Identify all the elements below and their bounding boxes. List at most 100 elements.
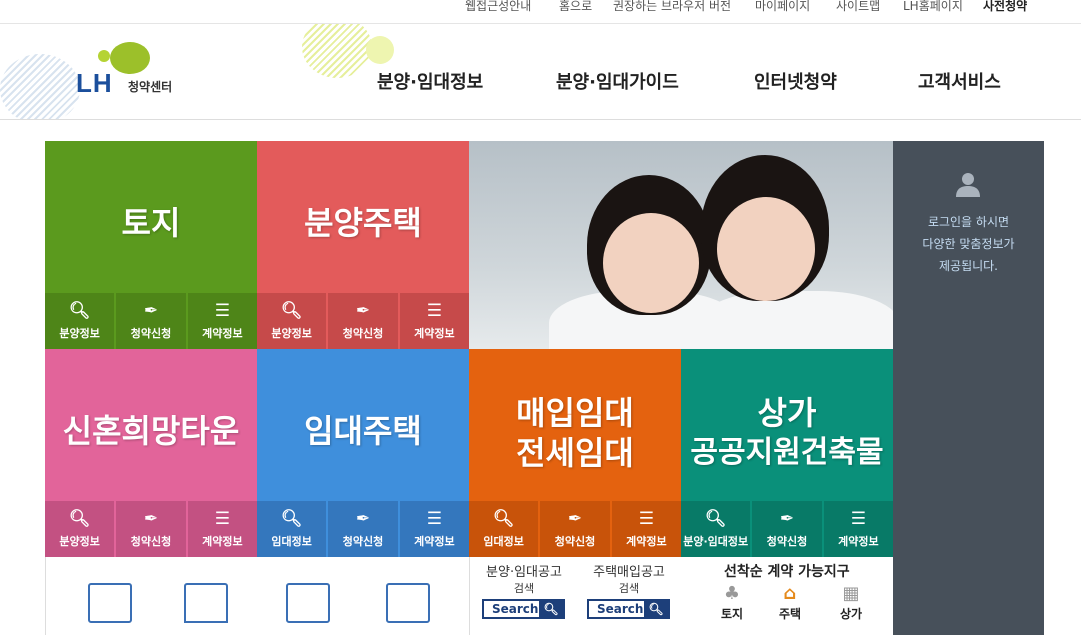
search-icon: 🔍︎ bbox=[68, 301, 91, 321]
commercial-info-button[interactable]: 🔍︎ 분양·임대정보 bbox=[681, 501, 751, 557]
decoration-lime bbox=[302, 24, 372, 78]
tile-sale-housing[interactable]: 분양주택 🔍︎ 분양정보 ✒ 청약신청 ☰ 계약정보 bbox=[257, 141, 469, 349]
button-label: 계약정보 bbox=[838, 535, 879, 548]
button-label: 분양정보 bbox=[59, 535, 100, 548]
first-come-land[interactable]: ♣ 토지 bbox=[712, 583, 752, 622]
utility-link-lh-home[interactable]: LH홈페이지 bbox=[903, 0, 963, 13]
tile-purchase-rental-buttons: 🔍︎ 임대정보 ✒ 청약신청 ☰ 계약정보 bbox=[469, 501, 681, 557]
login-message-line: 로그인을 하시면 bbox=[927, 215, 1010, 229]
button-label: 분양·임대정보 bbox=[683, 535, 749, 548]
purchase-notice-search-label: 주택매입공고 검색 bbox=[584, 565, 674, 597]
button-label: 임대정보 bbox=[483, 535, 524, 548]
checklist-icon: ☰ bbox=[426, 509, 442, 529]
logo-small-circle bbox=[98, 50, 110, 62]
checklist-icon: ☰ bbox=[426, 301, 442, 321]
search-label-line: 검색 bbox=[618, 582, 640, 595]
checklist-icon: ☰ bbox=[638, 509, 654, 529]
house-icon: ⌂ bbox=[783, 583, 797, 604]
purchase-rental-info-button[interactable]: 🔍︎ 임대정보 bbox=[469, 501, 539, 557]
photo-face-left bbox=[603, 213, 699, 313]
search-icon: 🔍︎ bbox=[68, 509, 91, 529]
photo-face-right bbox=[717, 197, 815, 301]
utility-link-home[interactable]: 홈으로 bbox=[559, 0, 592, 13]
land-apply-button[interactable]: ✒ 청약신청 bbox=[116, 293, 186, 349]
sale-rental-notice-search-button[interactable]: Search 🔍︎ bbox=[482, 599, 565, 619]
tile-land[interactable]: 토지 🔍︎ 분양정보 ✒ 청약신청 ☰ 계약정보 bbox=[45, 141, 257, 349]
user-icon bbox=[956, 173, 980, 197]
sale-housing-info-button[interactable]: 🔍︎ 분양정보 bbox=[257, 293, 327, 349]
nav-sale-rental-guide[interactable]: 분양·임대가이드 bbox=[556, 68, 679, 94]
divider bbox=[469, 557, 470, 635]
tile-purchase-rental-title-line1: 매입임대 bbox=[516, 394, 634, 432]
purchase-rental-apply-button[interactable]: ✒ 청약신청 bbox=[540, 501, 610, 557]
land-sale-info-button[interactable]: 🔍︎ 분양정보 bbox=[45, 293, 115, 349]
quick-links-area: 분양·임대공고 검색 Search 🔍︎ 주택매입공고 검색 Search 🔍︎… bbox=[45, 557, 893, 635]
tile-commercial[interactable]: 상가 공공지원건축물 🔍︎ 분양·임대정보 ✒ 청약신청 ☰ 계약정보 bbox=[681, 349, 893, 557]
search-icon: 🔍︎ bbox=[539, 601, 563, 617]
rental-info-button[interactable]: 🔍︎ 임대정보 bbox=[257, 501, 327, 557]
land-icon: ♣ bbox=[723, 583, 741, 604]
search-button-label: Search bbox=[597, 602, 644, 616]
utility-link-pre-subscription[interactable]: 사전청약 bbox=[983, 0, 1027, 13]
checklist-icon: ☰ bbox=[214, 301, 230, 321]
commercial-apply-button[interactable]: ✒ 청약신청 bbox=[752, 501, 822, 557]
first-come-housing[interactable]: ⌂ 주택 bbox=[770, 583, 810, 622]
lh-logo[interactable]: LH 청약센터 bbox=[76, 42, 186, 98]
button-label: 계약정보 bbox=[626, 535, 667, 548]
first-come-housing-label: 주택 bbox=[778, 607, 802, 621]
button-label: 계약정보 bbox=[202, 327, 243, 340]
search-icon: 🔍︎ bbox=[280, 509, 303, 529]
utility-link-browser[interactable]: 권장하는 브라우저 버전 bbox=[613, 0, 731, 13]
newlywed-apply-button[interactable]: ✒ 청약신청 bbox=[116, 501, 186, 557]
search-document-icon[interactable] bbox=[386, 583, 430, 623]
first-come-commercial-label: 상가 bbox=[839, 607, 863, 621]
nav-customer-service[interactable]: 고객서비스 bbox=[918, 68, 1001, 94]
utility-link-mypage[interactable]: 마이페이지 bbox=[755, 0, 810, 13]
utility-link-accessibility[interactable]: 웹접근성안내 bbox=[465, 0, 531, 13]
tile-purchase-rental[interactable]: 매입임대 전세임대 🔍︎ 임대정보 ✒ 청약신청 ☰ 계약정보 bbox=[469, 349, 681, 557]
tile-commercial-title-line1: 상가 bbox=[757, 394, 817, 432]
search-icon: 🔍︎ bbox=[280, 301, 303, 321]
building-icon: ▦ bbox=[842, 583, 860, 604]
document-icon[interactable] bbox=[286, 583, 330, 623]
search-icon: 🔍︎ bbox=[644, 601, 668, 617]
login-message: 로그인을 하시면 다양한 맞춤정보가 제공됩니다. bbox=[893, 211, 1044, 277]
checklist-icon: ☰ bbox=[214, 509, 230, 529]
logo-subtitle: 청약센터 bbox=[128, 80, 173, 94]
checklist-icon: ☰ bbox=[850, 509, 866, 529]
first-come-title: 선착순 계약 가능지구 bbox=[724, 564, 850, 580]
button-label: 청약신청 bbox=[766, 535, 808, 548]
newlywed-contract-button[interactable]: ☰ 계약정보 bbox=[187, 501, 257, 557]
sale-housing-contract-button[interactable]: ☰ 계약정보 bbox=[399, 293, 469, 349]
newlywed-info-button[interactable]: 🔍︎ 분양정보 bbox=[45, 501, 115, 557]
nav-sale-rental-info[interactable]: 분양·임대정보 bbox=[377, 68, 483, 94]
tile-purchase-rental-title-line2: 전세임대 bbox=[516, 434, 634, 472]
button-label: 계약정보 bbox=[414, 327, 455, 340]
first-come-commercial[interactable]: ▦ 상가 bbox=[831, 583, 871, 622]
decoration-dots bbox=[0, 54, 80, 119]
utility-link-sitemap[interactable]: 사이트맵 bbox=[836, 0, 880, 13]
pen-icon: ✒ bbox=[143, 301, 159, 321]
book-icon[interactable] bbox=[184, 583, 228, 623]
tile-rental[interactable]: 임대주택 🔍︎ 임대정보 ✒ 청약신청 ☰ 계약정보 bbox=[257, 349, 469, 557]
search-icon: 🔍︎ bbox=[704, 509, 727, 529]
purchase-rental-contract-button[interactable]: ☰ 계약정보 bbox=[611, 501, 681, 557]
sale-housing-apply-button[interactable]: ✒ 청약신청 bbox=[328, 293, 398, 349]
tile-land-title: 토지 bbox=[121, 204, 181, 242]
pen-icon: ✒ bbox=[355, 301, 371, 321]
land-contract-button[interactable]: ☰ 계약정보 bbox=[187, 293, 257, 349]
purchase-notice-search-button[interactable]: Search 🔍︎ bbox=[587, 599, 670, 619]
button-label: 청약신청 bbox=[130, 535, 172, 548]
report-icon[interactable] bbox=[88, 583, 132, 623]
login-panel[interactable]: 로그인을 하시면 다양한 맞춤정보가 제공됩니다. bbox=[893, 141, 1044, 635]
hero-photo bbox=[469, 141, 893, 349]
commercial-contract-button[interactable]: ☰ 계약정보 bbox=[823, 501, 893, 557]
rental-contract-button[interactable]: ☰ 계약정보 bbox=[399, 501, 469, 557]
tile-commercial-title-line2: 공공지원건축물 bbox=[690, 435, 884, 470]
nav-internet-subscription[interactable]: 인터넷청약 bbox=[754, 68, 837, 94]
pen-icon: ✒ bbox=[779, 509, 795, 529]
button-label: 분양정보 bbox=[59, 327, 100, 340]
tile-newlywed[interactable]: 신혼희망타운 🔍︎ 분양정보 ✒ 청약신청 ☰ 계약정보 bbox=[45, 349, 257, 557]
button-label: 분양정보 bbox=[271, 327, 312, 340]
rental-apply-button[interactable]: ✒ 청약신청 bbox=[328, 501, 398, 557]
